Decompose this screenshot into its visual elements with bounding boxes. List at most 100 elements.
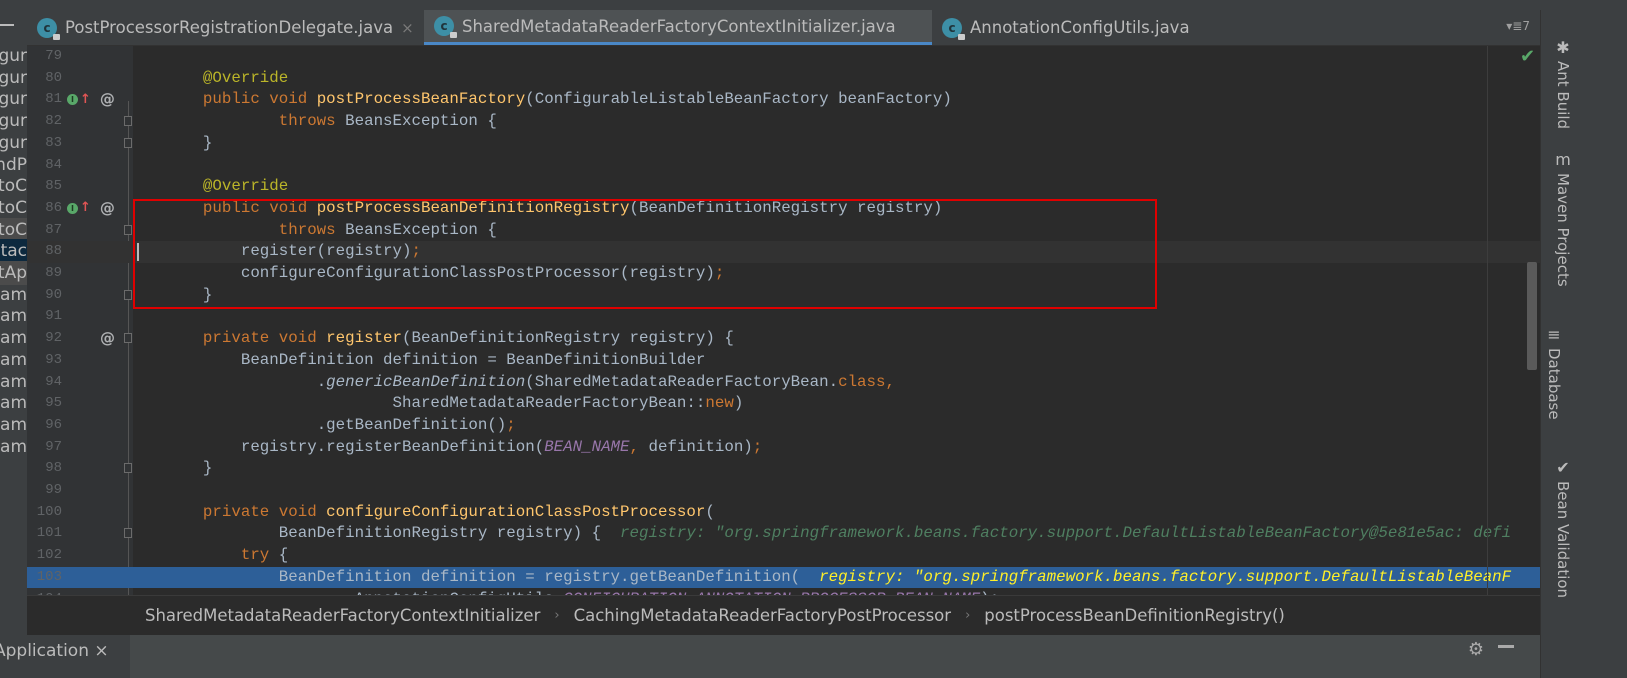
tab-list-dropdown[interactable]: ▾≣7 — [1506, 19, 1530, 33]
code-line[interactable]: 83 } — [27, 133, 1540, 155]
code-line[interactable]: 79 — [27, 46, 1540, 68]
vertical-scrollbar[interactable] — [1527, 262, 1537, 370]
code-line[interactable]: 100 private void configureConfigurationC… — [27, 502, 1540, 524]
code-token: .getBeanDefinition() — [316, 415, 507, 434]
tool-window-label: Maven Projects — [1554, 173, 1572, 287]
code-token: definition) — [648, 437, 753, 456]
implements-method-icon[interactable]: I — [67, 202, 78, 214]
code-line[interactable]: 80 @Override — [27, 68, 1540, 90]
annotation-at-icon[interactable]: @ — [100, 331, 115, 346]
tab-sharedmetadatareaderfactorycontextinitializer-java[interactable]: c SharedMetadataReaderFactoryContextIniti… — [424, 10, 932, 45]
fold-marker-icon[interactable] — [124, 333, 132, 344]
project-tree-item[interactable]: Exam — [0, 435, 27, 459]
code-line[interactable]: 102 try { — [27, 545, 1540, 567]
project-tree-item[interactable]: AutoC — [0, 196, 27, 220]
project-tree-item[interactable]: Exam — [0, 370, 27, 394]
code-line[interactable]: 97 registry.registerBeanDefinition(BEAN_… — [27, 437, 1540, 459]
fold-marker-icon[interactable] — [124, 289, 132, 300]
right-margin-guide — [1487, 46, 1488, 595]
fold-marker-icon[interactable] — [124, 224, 132, 235]
code-line[interactable]: 93 BeanDefinition definition = BeanDefin… — [27, 350, 1540, 372]
implements-method-icon[interactable]: I — [67, 94, 78, 106]
project-tree-item[interactable]: Configur — [0, 87, 27, 111]
maven-icon: m — [1555, 150, 1571, 169]
project-tree-item[interactable]: Configur — [0, 66, 27, 90]
run-tab-application[interactable]: Application × — [0, 635, 130, 678]
project-tree-item[interactable]: BootAp — [0, 261, 27, 285]
line-number: 93 — [45, 351, 62, 368]
annotation-at-icon[interactable]: @ — [100, 92, 115, 107]
project-tree-item[interactable]: Metac — [0, 239, 27, 264]
tool-window-ant-build[interactable]: ✱ Ant Build — [1545, 38, 1581, 129]
breadcrumb: SharedMetadataReaderFactoryContextInitia… — [27, 595, 1540, 635]
code-line[interactable]: 85 @Override — [27, 176, 1540, 198]
bean-validation-icon: ✔ — [1556, 458, 1570, 477]
tab-label: SharedMetadataReaderFactoryContextInitia… — [462, 16, 896, 36]
tab-annotationconfigutils-java[interactable]: c AnnotationConfigUtils.java — [932, 10, 1212, 45]
project-tree-item[interactable]: Configur — [0, 131, 27, 155]
code-token: throws — [278, 112, 346, 131]
code-token: @Override — [202, 68, 289, 87]
tool-window-maven-projects[interactable]: m Maven Projects — [1545, 150, 1581, 287]
project-tree-item[interactable]: Configur — [0, 109, 27, 133]
breadcrumb-item-class[interactable]: SharedMetadataReaderFactoryContextInitia… — [145, 606, 540, 625]
code-token: registry: "org.springframework.beans.fac… — [800, 567, 1512, 586]
code-token: } — [202, 459, 213, 478]
code-line[interactable]: 101 BeanDefinitionRegistry registry) { r… — [27, 523, 1540, 545]
close-icon[interactable]: × — [401, 19, 414, 37]
hide-icon[interactable] — [1498, 645, 1514, 648]
code-token: BEAN_NAME — [544, 437, 630, 456]
code-line[interactable]: 91 — [27, 306, 1540, 328]
code-line[interactable]: 92 @ private void register(BeanDefinition… — [27, 328, 1540, 350]
project-tree-item[interactable]: AutoC — [0, 217, 27, 242]
editor-tab-bar: c PostProcessorRegistrationDelegate.java ×… — [27, 10, 1540, 46]
code-token: (ConfigurableListableBeanFactory beanFac… — [525, 90, 952, 109]
project-tree-item[interactable]: AndP — [0, 153, 27, 177]
line-number: 99 — [45, 482, 62, 498]
annotation-at-icon[interactable]: @ — [100, 200, 115, 216]
fold-marker-icon[interactable] — [124, 116, 132, 127]
breadcrumb-item-inner-class[interactable]: CachingMetadataReaderFactoryPostProcesso… — [574, 606, 951, 625]
fold-marker-icon[interactable] — [124, 463, 132, 474]
code-line[interactable]: 95 SharedMetadataReaderFactoryBean::new) — [27, 393, 1540, 415]
code-token: registry: "org.springframework.beans.fac… — [601, 524, 1512, 543]
fold-marker-icon[interactable] — [124, 137, 132, 148]
code-line[interactable]: 98 } — [27, 458, 1540, 480]
tab-postprocessorregistrationdelegate-java[interactable]: c PostProcessorRegistrationDelegate.java × — [27, 10, 424, 45]
line-number: 86 — [45, 199, 62, 216]
breadcrumb-item-method[interactable]: postProcessBeanDefinitionRegistry() — [984, 606, 1285, 625]
code-line[interactable]: 84 — [27, 155, 1540, 177]
code-token: private void — [202, 502, 327, 521]
code-line[interactable]: 81 I ↑ @ public void postProcessBeanFactory… — [27, 89, 1540, 111]
project-tree-item[interactable]: Exam — [0, 413, 27, 437]
fold-marker-icon[interactable] — [124, 528, 132, 539]
line-number: 79 — [45, 48, 62, 64]
code-line[interactable]: 99 — [27, 480, 1540, 502]
line-number: 97 — [45, 438, 62, 455]
code-text: private void configureConfigurationClass… — [165, 502, 715, 524]
project-tree-item[interactable]: Exam — [0, 304, 27, 328]
gear-icon[interactable]: ⚙ — [1468, 639, 1484, 660]
code-editor[interactable]: 79 80 @Override 81 I ↑ @ public void postProc… — [27, 46, 1540, 595]
minimize-icon[interactable] — [0, 24, 14, 26]
breadcrumb-separator-icon: › — [554, 608, 560, 623]
tool-window-database[interactable]: ≡ Database — [1545, 325, 1563, 420]
code-line[interactable]: 82 throws BeansException { — [27, 111, 1540, 133]
project-tree-item[interactable]: Configur — [0, 44, 27, 68]
project-tree-item[interactable]: AutoC — [0, 174, 27, 198]
code-line[interactable]: 103 BeanDefinition definition = registry… — [27, 566, 1540, 589]
tool-window-bean-validation[interactable]: ✔ Bean Validation — [1545, 458, 1581, 598]
project-tree-item[interactable]: Exam — [0, 348, 27, 372]
code-line[interactable]: 94 .genericBeanDefinition(SharedMetadata… — [27, 372, 1540, 394]
project-tree-item[interactable]: Exam — [0, 391, 27, 415]
code-line[interactable]: 96 .getBeanDefinition(); — [27, 415, 1540, 437]
project-tree-item[interactable]: Exam — [0, 326, 27, 350]
line-number: 87 — [45, 221, 62, 238]
code-token: } — [202, 133, 213, 152]
project-tree-item[interactable]: Exam — [0, 283, 27, 307]
